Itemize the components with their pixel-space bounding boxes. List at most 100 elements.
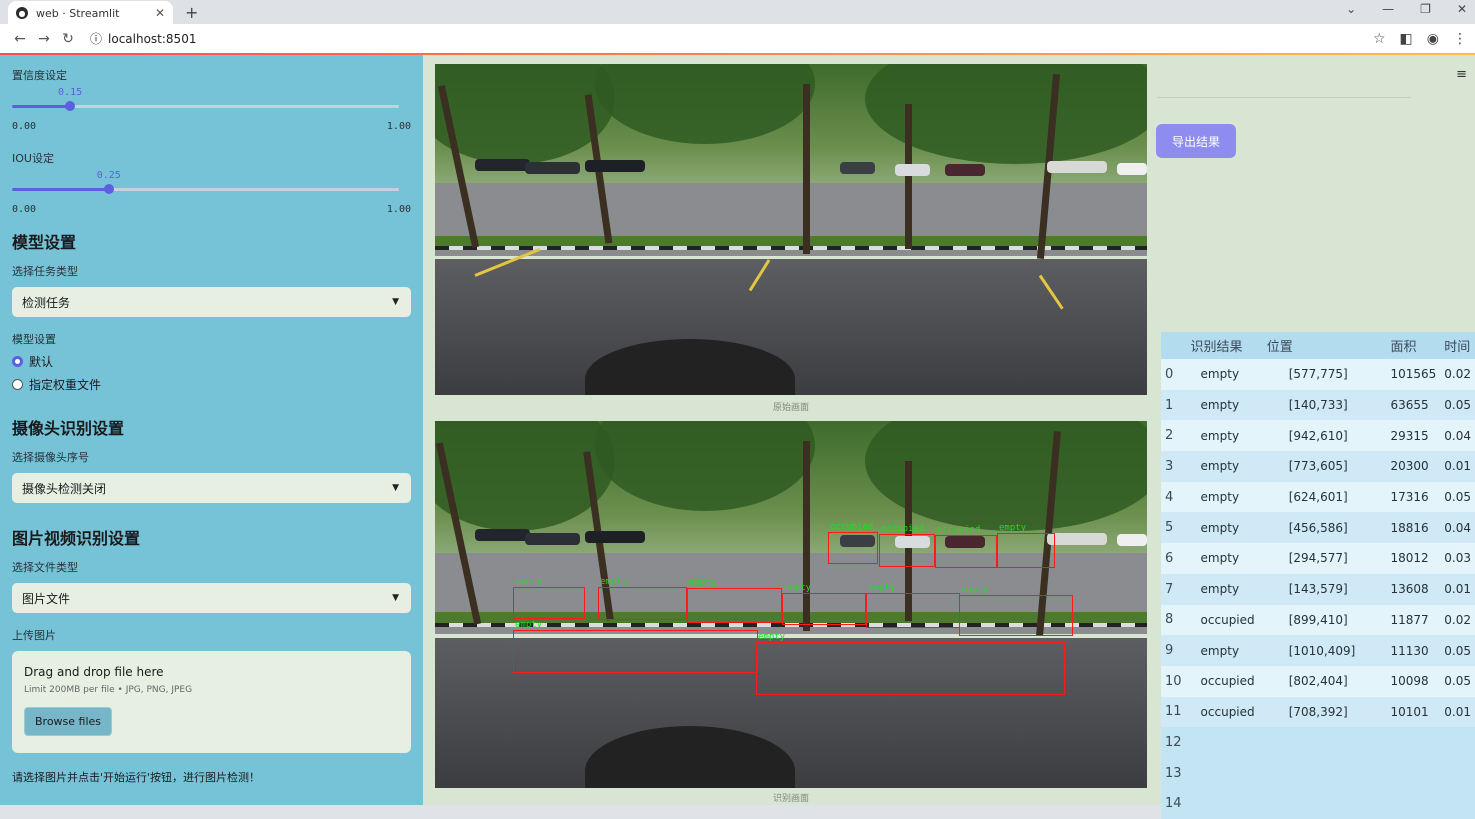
row-index: 11 xyxy=(1161,696,1187,728)
table-row[interactable]: 1 empty [140,733] 63655 0.05 xyxy=(1161,389,1475,421)
tab-search-icon[interactable]: ⌄ xyxy=(1346,2,1356,16)
reload-icon[interactable]: ↻ xyxy=(56,31,80,47)
minimize-icon[interactable]: — xyxy=(1382,2,1394,16)
table-row[interactable]: 8 occupied [899,410] 11877 0.02 xyxy=(1161,604,1475,636)
table-row[interactable]: 6 empty [294,577] 18012 0.03 xyxy=(1161,543,1475,574)
export-results-button[interactable]: 导出结果 xyxy=(1156,124,1236,158)
radio-label: 指定权重文件 xyxy=(29,378,102,392)
iou-slider[interactable]: 0.25 xyxy=(12,170,411,210)
table-header[interactable]: 识别结果 xyxy=(1186,332,1263,359)
table-row[interactable]: 2 empty [942,610] 29315 0.04 xyxy=(1161,420,1475,452)
forward-icon[interactable]: → xyxy=(32,31,56,47)
cell-time: 0.05 xyxy=(1440,481,1475,513)
table-header[interactable]: 时间 xyxy=(1440,332,1475,359)
row-index: 7 xyxy=(1161,573,1187,605)
table-row[interactable]: 5 empty [456,586] 18816 0.04 xyxy=(1161,512,1475,544)
detection-label: empty xyxy=(600,577,628,587)
slider-value: 0.25 xyxy=(96,170,121,181)
radio-default[interactable]: 默认 xyxy=(12,353,411,370)
cell-position: [143,579] xyxy=(1262,573,1387,605)
detection-label: empty xyxy=(758,632,786,642)
back-icon[interactable]: ← xyxy=(8,31,32,47)
radio-unselected-icon[interactable] xyxy=(12,379,23,390)
cell-time xyxy=(1440,788,1475,819)
cell-area: 18816 xyxy=(1386,512,1441,544)
table-header[interactable]: 位置 xyxy=(1262,332,1387,359)
file-type-select[interactable]: 图片文件 ▼ xyxy=(12,583,411,613)
side-panel-icon[interactable]: ◧ xyxy=(1400,31,1413,47)
cell-position: [708,392] xyxy=(1262,696,1387,728)
new-tab-icon[interactable]: + xyxy=(185,3,198,22)
cell-time: 0.03 xyxy=(1440,543,1475,574)
table-row[interactable]: 9 empty [1010,409] 11130 0.05 xyxy=(1161,635,1475,666)
cell-area: 11130 xyxy=(1386,635,1441,666)
address-bar: ← → ↻ ⓘ localhost:8501 ☆ ◧ ◉ ⋮ xyxy=(0,24,1475,54)
slider-thumb[interactable] xyxy=(65,101,76,111)
cell-area: 10101 xyxy=(1386,696,1441,728)
url-field[interactable]: ⓘ localhost:8501 xyxy=(90,30,196,47)
table-row[interactable]: 7 empty [143,579] 13608 0.01 xyxy=(1161,573,1475,605)
cell-area: 29315 xyxy=(1386,420,1441,452)
task-type-label: 选择任务类型 xyxy=(12,265,78,278)
cell-area: 13608 xyxy=(1386,573,1441,605)
row-index: 14 xyxy=(1161,788,1187,819)
table-row[interactable]: 0 empty [577,775] 101565 0.02 xyxy=(1161,359,1475,390)
table-row[interactable]: 10 occupied [802,404] 10098 0.05 xyxy=(1161,665,1475,697)
chevron-down-icon: ▼ xyxy=(392,593,399,603)
radio-selected-icon[interactable] xyxy=(12,356,23,367)
cell-result: occupied xyxy=(1186,696,1263,728)
cell-result xyxy=(1186,757,1263,789)
table-row[interactable]: 4 empty [624,601] 17316 0.05 xyxy=(1161,481,1475,513)
cell-position xyxy=(1262,727,1387,758)
cell-result: empty xyxy=(1186,635,1263,666)
cell-result: empty xyxy=(1186,359,1263,390)
browser-menu-icon[interactable]: ⋮ xyxy=(1453,31,1467,47)
browse-files-button[interactable]: Browse files xyxy=(24,707,113,736)
site-info-icon[interactable]: ⓘ xyxy=(90,30,102,47)
divider xyxy=(1157,97,1411,98)
cell-position: [942,610] xyxy=(1262,420,1387,452)
row-index: 6 xyxy=(1161,543,1187,574)
bookmark-star-icon[interactable]: ☆ xyxy=(1373,31,1386,47)
browser-tab[interactable]: ● web · Streamlit ✕ xyxy=(8,1,173,25)
cell-result xyxy=(1186,727,1263,758)
row-index: 3 xyxy=(1161,451,1187,482)
detection-box: empty xyxy=(959,585,1073,636)
table-row[interactable]: 11 occupied [708,392] 10101 0.01 xyxy=(1161,696,1475,728)
row-index: 4 xyxy=(1161,481,1187,513)
cell-area: 10098 xyxy=(1386,665,1441,697)
result-image: empty empty empty empty empty empty empt… xyxy=(435,421,1147,788)
task-type-select[interactable]: 检测任务 ▼ xyxy=(12,287,411,317)
row-index: 12 xyxy=(1161,727,1187,758)
camera-index-select[interactable]: 摄像头检测关闭 ▼ xyxy=(12,473,411,503)
profile-avatar-icon[interactable]: ◉ xyxy=(1427,31,1439,47)
detection-label: empty xyxy=(515,577,543,587)
file-dropzone[interactable]: Drag and drop file here Limit 200MB per … xyxy=(12,651,411,753)
cell-area: 63655 xyxy=(1386,389,1441,421)
confidence-slider[interactable]: 0.15 xyxy=(12,87,411,127)
table-row[interactable]: 3 empty [773,605] 20300 0.01 xyxy=(1161,451,1475,482)
close-tab-icon[interactable]: ✕ xyxy=(155,6,165,20)
iou-label: IOU设定 xyxy=(12,152,54,165)
detection-label: occupied xyxy=(881,524,925,534)
table-row[interactable]: 14 xyxy=(1161,788,1475,819)
restore-icon[interactable]: ❐ xyxy=(1420,2,1431,16)
streamlit-favicon-icon: ● xyxy=(16,7,28,19)
detection-label: occupied xyxy=(830,522,874,532)
model-label: 模型设置 xyxy=(12,333,56,346)
cell-area: 17316 xyxy=(1386,481,1441,513)
chevron-down-icon: ▼ xyxy=(392,297,399,307)
hamburger-menu-icon[interactable]: ≡ xyxy=(1456,67,1467,82)
slider-thumb[interactable] xyxy=(103,184,114,194)
table-row[interactable]: 13 xyxy=(1161,757,1475,789)
radio-custom-weights[interactable]: 指定权重文件 xyxy=(12,376,411,393)
model-settings-header: 模型设置 xyxy=(12,233,77,252)
detection-box: empty xyxy=(782,583,866,625)
close-window-icon[interactable]: ✕ xyxy=(1457,2,1467,16)
detection-box: empty xyxy=(687,578,782,623)
table-row[interactable]: 12 xyxy=(1161,727,1475,758)
cell-position xyxy=(1262,757,1387,789)
table-header[interactable]: 面积 xyxy=(1386,332,1441,359)
camera-settings-header: 摄像头识别设置 xyxy=(12,419,125,438)
detection-label: occupied xyxy=(937,525,981,535)
